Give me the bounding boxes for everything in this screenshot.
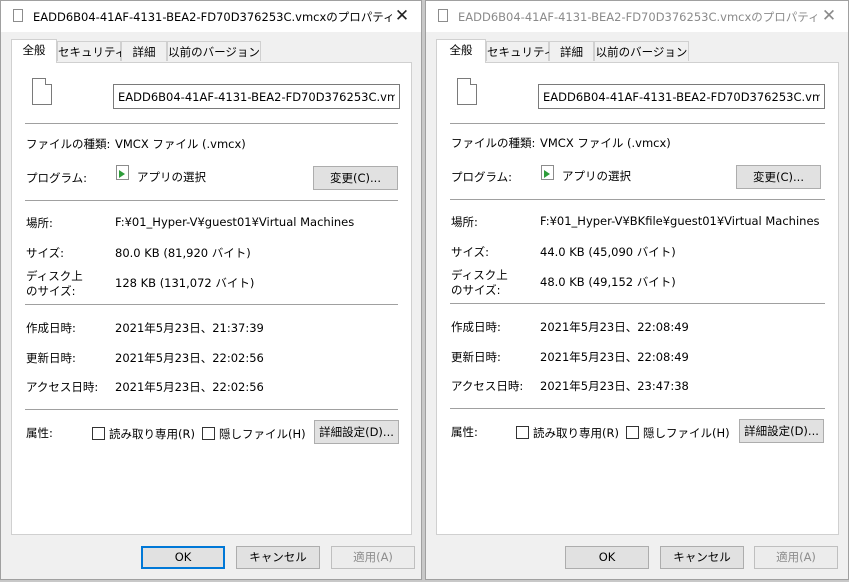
document-icon	[457, 78, 477, 105]
tab-security[interactable]: セキュリティ	[486, 41, 555, 61]
close-icon[interactable]: ✕	[816, 5, 842, 27]
change-program-button[interactable]: 変更(C)...	[313, 166, 398, 190]
attributes-label: 属性:	[451, 425, 478, 439]
tab-security[interactable]: セキュリティ	[57, 41, 126, 61]
location-value: F:¥01_Hyper-V¥guest01¥Virtual Machines	[115, 215, 355, 229]
window-title: EADD6B04-41AF-4131-BEA2-FD70D376253C.vmc…	[458, 10, 820, 24]
type-value: VMCX ファイル (.vmcx)	[115, 137, 246, 151]
size-value: 44.0 KB (45,090 バイト)	[540, 245, 676, 259]
tab-previous-versions[interactable]: 以前のバージョン	[167, 41, 261, 61]
separator	[25, 200, 398, 201]
modified-value: 2021年5月23日、22:02:56	[115, 351, 264, 365]
size-label: サイズ:	[26, 246, 65, 260]
readonly-label[interactable]: 読み取り専用(R)	[109, 426, 195, 442]
created-value: 2021年5月23日、22:08:49	[540, 320, 689, 334]
properties-dialog-right: EADD6B04-41AF-4131-BEA2-FD70D376253C.vmc…	[425, 0, 849, 580]
title-bar[interactable]: EADD6B04-41AF-4131-BEA2-FD70D376253C.vmc…	[1, 1, 421, 32]
program-label: プログラム:	[451, 170, 513, 184]
app-select-icon	[116, 165, 129, 180]
tab-details[interactable]: 詳細	[549, 41, 594, 61]
program-label: プログラム:	[26, 171, 88, 185]
disk-size-value: 48.0 KB (49,152 バイト)	[540, 275, 676, 289]
disk-size-label-line1: ディスク上	[451, 268, 508, 282]
separator	[450, 199, 825, 200]
modified-value: 2021年5月23日、22:08:49	[540, 350, 689, 364]
size-label: サイズ:	[451, 245, 490, 259]
tab-details[interactable]: 詳細	[121, 41, 167, 61]
apply-button[interactable]: 適用(A)	[331, 546, 415, 569]
location-label: 場所:	[451, 215, 478, 229]
separator	[450, 123, 825, 124]
disk-size-label-line2: のサイズ:	[451, 283, 501, 297]
separator	[450, 408, 825, 409]
hidden-label[interactable]: 隠しファイル(H)	[219, 426, 306, 442]
advanced-button[interactable]: 詳細設定(D)...	[739, 419, 824, 443]
created-label: 作成日時:	[451, 320, 501, 334]
attributes-label: 属性:	[26, 426, 53, 440]
title-bar[interactable]: EADD6B04-41AF-4131-BEA2-FD70D376253C.vmc…	[426, 1, 848, 32]
hidden-checkbox[interactable]	[202, 427, 215, 440]
window-title: EADD6B04-41AF-4131-BEA2-FD70D376253C.vmc…	[33, 10, 395, 24]
created-value: 2021年5月23日、21:37:39	[115, 321, 264, 335]
file-icon	[438, 9, 448, 22]
cancel-button[interactable]: キャンセル	[660, 546, 744, 569]
general-panel: ファイルの種類: VMCX ファイル (.vmcx) プログラム: アプリの選択…	[436, 62, 839, 535]
program-value: アプリの選択	[137, 170, 206, 184]
close-icon[interactable]: ✕	[389, 5, 415, 27]
modified-label: 更新日時:	[451, 350, 501, 364]
size-value: 80.0 KB (81,920 バイト)	[115, 246, 251, 260]
separator	[25, 123, 398, 124]
created-label: 作成日時:	[26, 321, 76, 335]
type-label: ファイルの種類:	[451, 136, 536, 150]
separator	[25, 304, 398, 305]
apply-button[interactable]: 適用(A)	[754, 546, 838, 569]
readonly-label[interactable]: 読み取り専用(R)	[533, 425, 619, 441]
tab-previous-versions[interactable]: 以前のバージョン	[594, 41, 689, 61]
separator	[450, 303, 825, 304]
type-label: ファイルの種類:	[26, 137, 111, 151]
accessed-label: アクセス日時:	[451, 379, 524, 393]
properties-dialog-left: EADD6B04-41AF-4131-BEA2-FD70D376253C.vmc…	[0, 0, 422, 580]
program-value: アプリの選択	[562, 169, 631, 183]
document-icon	[32, 78, 52, 105]
location-value: F:¥01_Hyper-V¥BKfile¥guest01¥Virtual Mac…	[540, 214, 820, 228]
ok-button[interactable]: OK	[141, 546, 225, 569]
file-icon	[13, 9, 23, 22]
tab-general[interactable]: 全般	[11, 39, 57, 63]
hidden-checkbox[interactable]	[626, 426, 639, 439]
tab-general[interactable]: 全般	[436, 39, 486, 63]
hidden-label[interactable]: 隠しファイル(H)	[643, 425, 730, 441]
disk-size-label-line1: ディスク上	[26, 269, 83, 283]
accessed-value: 2021年5月23日、23:47:38	[540, 379, 689, 393]
accessed-label: アクセス日時:	[26, 380, 99, 394]
advanced-button[interactable]: 詳細設定(D)...	[314, 420, 399, 444]
readonly-checkbox[interactable]	[516, 426, 529, 439]
modified-label: 更新日時:	[26, 351, 76, 365]
general-panel: ファイルの種類: VMCX ファイル (.vmcx) プログラム: アプリの選択…	[11, 62, 412, 535]
accessed-value: 2021年5月23日、22:02:56	[115, 380, 264, 394]
filename-input[interactable]	[538, 84, 825, 109]
location-label: 場所:	[26, 216, 53, 230]
cancel-button[interactable]: キャンセル	[236, 546, 320, 569]
app-select-icon	[541, 165, 554, 180]
disk-size-label-line2: のサイズ:	[26, 284, 76, 298]
change-program-button[interactable]: 変更(C)...	[736, 165, 821, 189]
ok-button[interactable]: OK	[565, 546, 649, 569]
filename-input[interactable]	[113, 84, 400, 109]
type-value: VMCX ファイル (.vmcx)	[540, 136, 671, 150]
separator	[25, 409, 398, 410]
disk-size-value: 128 KB (131,072 バイト)	[115, 276, 255, 290]
readonly-checkbox[interactable]	[92, 427, 105, 440]
